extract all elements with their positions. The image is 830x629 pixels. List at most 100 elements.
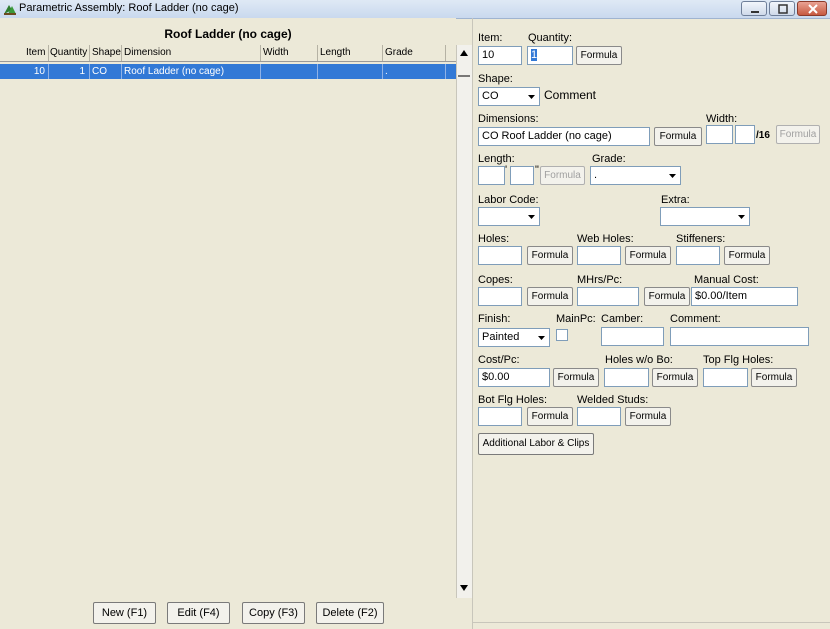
scroll-thumb[interactable] <box>456 74 472 88</box>
extra-select[interactable] <box>660 207 750 226</box>
delete-button[interactable]: Delete (F2) <box>316 602 384 624</box>
cost-pc-input[interactable]: $0.00 <box>478 368 550 387</box>
edit-button[interactable]: Edit (F4) <box>167 602 230 624</box>
maximize-button[interactable] <box>769 1 795 16</box>
grade-select[interactable]: . <box>590 166 681 185</box>
vertical-scrollbar[interactable] <box>456 45 473 598</box>
minimize-button[interactable] <box>741 1 767 16</box>
item-input[interactable]: 10 <box>478 46 522 65</box>
maximize-icon <box>778 4 788 14</box>
shape-label: Shape: <box>478 73 513 85</box>
bot-flg-holes-label: Bot Flg Holes: <box>478 394 548 406</box>
extra-label: Extra: <box>661 194 690 206</box>
holes-formula-button[interactable]: Formula <box>527 246 573 265</box>
shape-value: CO <box>482 90 499 102</box>
manual-cost-label: Manual Cost: <box>694 274 759 286</box>
mainpc-label: MainPc: <box>556 313 596 325</box>
copy-button[interactable]: Copy (F3) <box>242 602 305 624</box>
copes-formula-button[interactable]: Formula <box>527 287 573 306</box>
stiffeners-formula-button[interactable]: Formula <box>724 246 770 265</box>
web-holes-input[interactable] <box>577 246 621 265</box>
chevron-down-icon <box>538 336 545 340</box>
camber-input[interactable] <box>601 327 664 346</box>
width-inches-input[interactable] <box>706 125 733 144</box>
holes-input[interactable] <box>478 246 522 265</box>
comment-link[interactable]: Comment <box>544 88 596 102</box>
window-title: Parametric Assembly: Roof Ladder (no cag… <box>19 2 239 14</box>
chevron-down-icon <box>669 174 676 178</box>
new-button[interactable]: New (F1) <box>93 602 156 624</box>
dimensions-formula-button[interactable]: Formula <box>654 127 702 146</box>
cost-pc-formula-button[interactable]: Formula <box>553 368 599 387</box>
close-button[interactable] <box>797 1 827 16</box>
dimensions-label: Dimensions: <box>478 113 539 125</box>
cost-pc-label: Cost/Pc: <box>478 354 520 366</box>
chevron-down-icon <box>528 215 535 219</box>
bottom-divider <box>472 622 830 623</box>
cell-grade: . <box>385 66 388 77</box>
scroll-up-arrow-icon[interactable] <box>459 49 469 57</box>
comment-label: Comment: <box>670 313 721 325</box>
welded-studs-input[interactable] <box>577 407 621 426</box>
feet-mark: ' <box>505 164 508 176</box>
top-flg-holes-formula-button[interactable]: Formula <box>751 368 797 387</box>
quantity-input[interactable]: 1 <box>527 46 573 65</box>
length-formula-button[interactable]: Formula <box>540 166 585 185</box>
dimensions-input[interactable]: CO Roof Ladder (no cage) <box>478 127 650 146</box>
mhrs-input[interactable] <box>577 287 639 306</box>
top-flg-holes-label: Top Flg Holes: <box>703 354 774 366</box>
width-label: Width: <box>706 113 738 125</box>
column-header-item[interactable]: Item <box>26 47 45 58</box>
item-label: Item: <box>478 32 503 44</box>
length-inches-input[interactable] <box>510 166 534 185</box>
stiffeners-input[interactable] <box>676 246 720 265</box>
grid-header: Item Quantity Shape Dimension Width Leng… <box>0 45 456 62</box>
finish-select[interactable]: Painted <box>478 328 550 347</box>
web-holes-label: Web Holes: <box>577 233 634 245</box>
mhrs-formula-button[interactable]: Formula <box>644 287 690 306</box>
mainpc-checkbox[interactable] <box>556 329 568 341</box>
holes-wo-bo-input[interactable] <box>604 368 649 387</box>
welded-studs-label: Welded Studs: <box>577 394 649 406</box>
copes-label: Copes: <box>478 274 513 286</box>
column-header-dimension[interactable]: Dimension <box>124 47 171 58</box>
shape-select[interactable]: CO <box>478 87 540 106</box>
bot-flg-holes-formula-button[interactable]: Formula <box>527 407 573 426</box>
column-header-width[interactable]: Width <box>263 47 289 58</box>
width-fraction-input[interactable] <box>735 125 755 144</box>
comment-input[interactable] <box>670 327 809 346</box>
scroll-down-arrow-icon[interactable] <box>459 584 469 592</box>
grid-body[interactable] <box>0 80 456 598</box>
table-row[interactable]: 10 1 CO Roof Ladder (no cage) . <box>0 64 456 79</box>
labor-code-select[interactable] <box>478 207 540 226</box>
copes-input[interactable] <box>478 287 522 306</box>
width-formula-button[interactable]: Formula <box>776 125 820 144</box>
length-label: Length: <box>478 153 515 165</box>
stiffeners-label: Stiffeners: <box>676 233 726 245</box>
labor-code-label: Labor Code: <box>478 194 539 206</box>
column-header-grade[interactable]: Grade <box>385 47 413 58</box>
additional-labor-clips-button[interactable]: Additional Labor & Clips <box>478 433 594 455</box>
top-flg-holes-input[interactable] <box>703 368 748 387</box>
bot-flg-holes-input[interactable] <box>478 407 522 426</box>
column-header-length[interactable]: Length <box>320 47 351 58</box>
chevron-down-icon <box>738 215 745 219</box>
length-feet-input[interactable] <box>478 166 505 185</box>
chevron-down-icon <box>528 95 535 99</box>
quantity-value: 1 <box>531 49 538 61</box>
web-holes-formula-button[interactable]: Formula <box>625 246 671 265</box>
cell-quantity: 1 <box>79 66 85 77</box>
column-header-shape[interactable]: Shape <box>92 47 121 58</box>
app-icon <box>4 5 16 15</box>
mhrs-label: MHrs/Pc: <box>577 274 623 286</box>
holes-label: Holes: <box>478 233 510 245</box>
welded-studs-formula-button[interactable]: Formula <box>625 407 671 426</box>
inch-mark: " <box>535 164 539 176</box>
column-header-quantity[interactable]: Quantity <box>50 47 87 58</box>
holes-wo-bo-formula-button[interactable]: Formula <box>652 368 698 387</box>
title-bar: Parametric Assembly: Roof Ladder (no cag… <box>0 0 830 19</box>
finish-value: Painted <box>482 331 520 343</box>
minimize-icon <box>751 11 759 13</box>
quantity-formula-button[interactable]: Formula <box>576 46 622 65</box>
manual-cost-input[interactable]: $0.00/Item <box>691 287 798 306</box>
